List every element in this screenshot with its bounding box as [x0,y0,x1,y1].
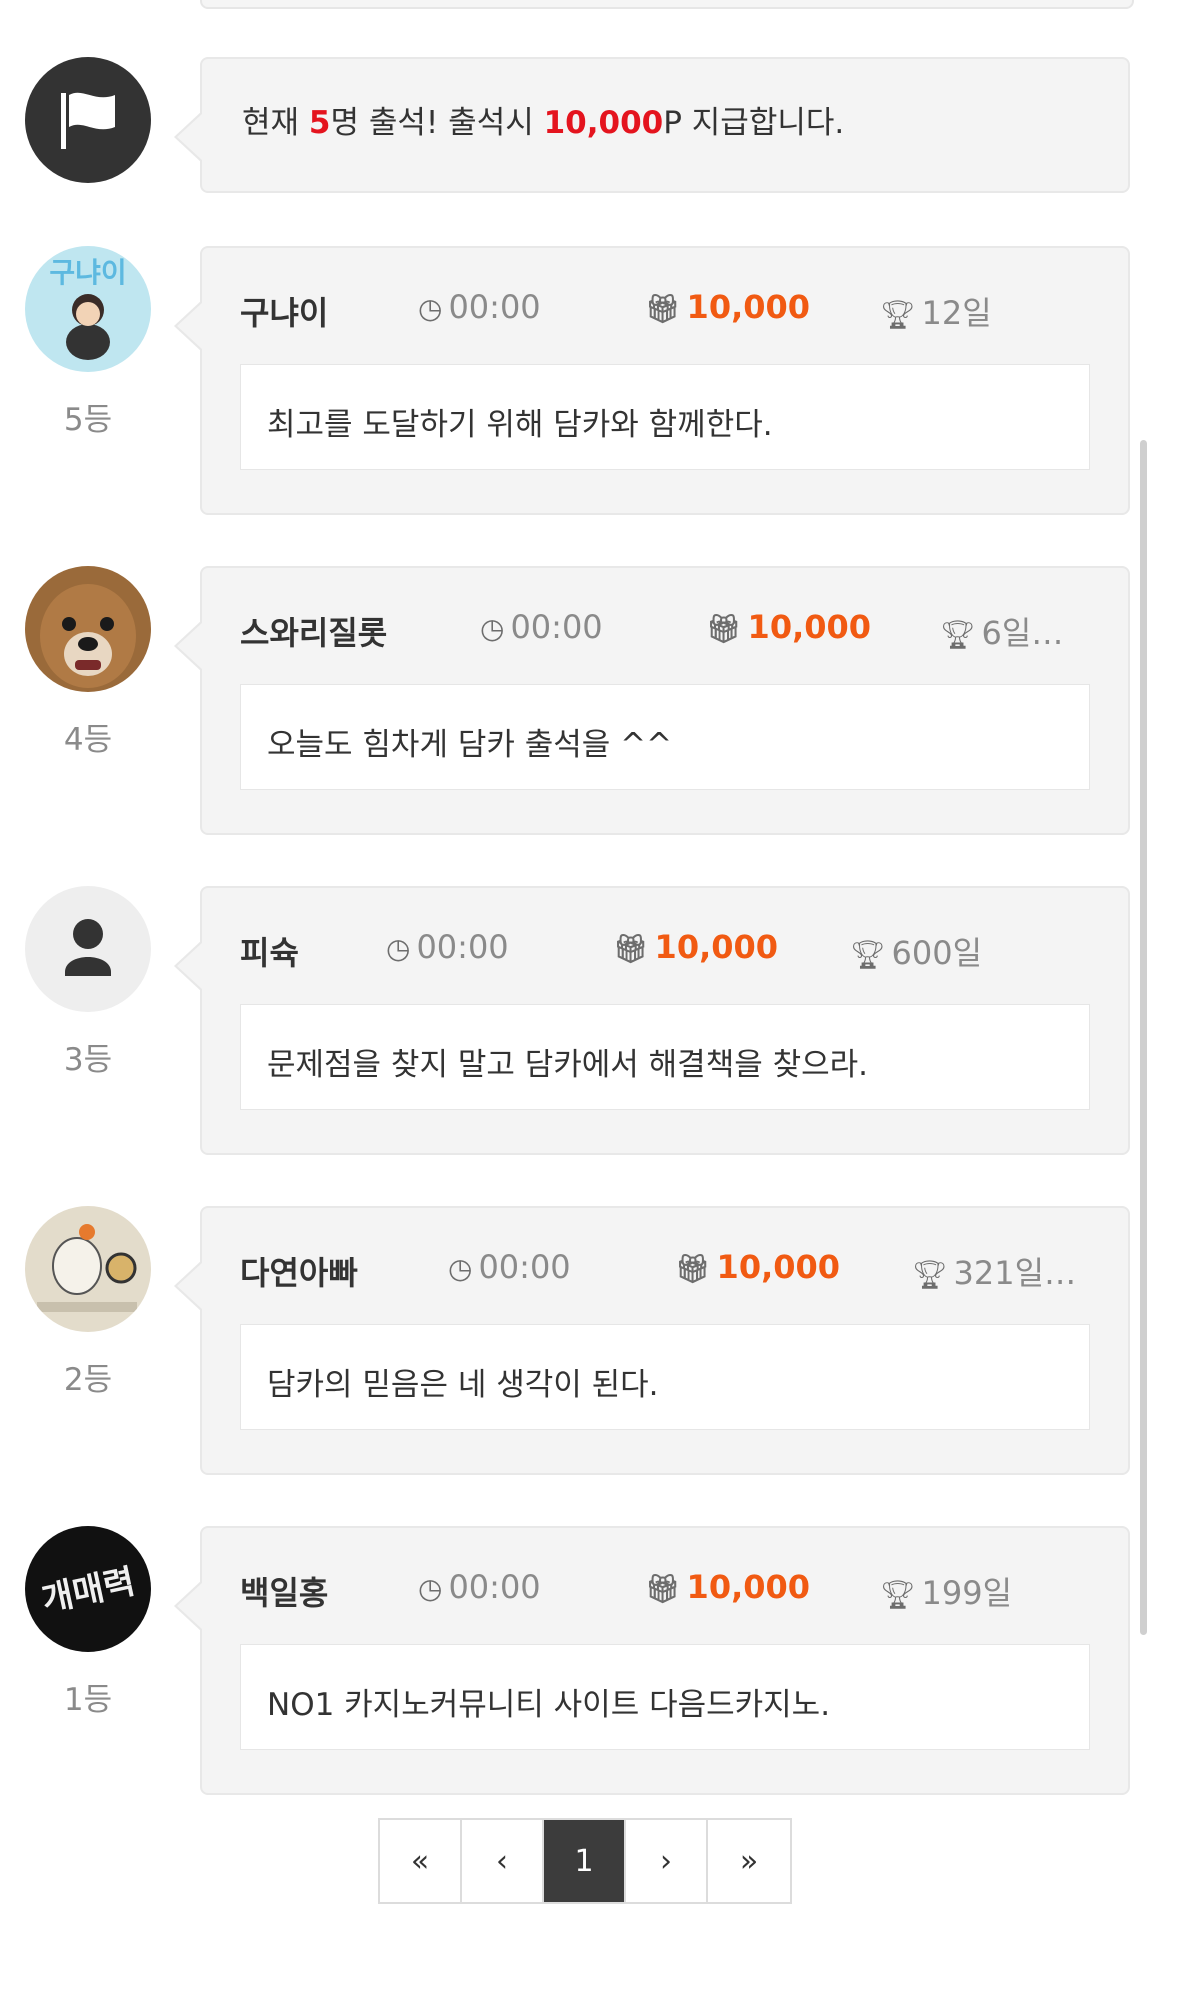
streak-days: 6일… [981,614,1064,652]
entry-card: 다연아빠 ◷ 00:00 🎁︎ 10,000 🏆︎ 321일… 담카의 믿음은 네 생… [174,1206,1130,1475]
greeting-message: 담카의 믿음은 네 생각이 된다. [240,1324,1090,1430]
trophy-icon: 🏆︎ [880,298,916,331]
trophy-icon: 🏆︎ [850,938,886,971]
pagination: « ‹ 1 › » [378,1818,792,1904]
previous-card-edge [200,0,1134,9]
avatar[interactable]: 구냐이 [25,246,151,372]
first-page-button[interactable]: « [380,1820,462,1902]
gift-icon: 🎁︎ [675,1252,711,1285]
rank-label: 1등 [63,1682,113,1718]
clock-icon: ◷ [418,1572,443,1605]
gift-icon: 🎁︎ [706,612,742,645]
user-name[interactable]: 피슉 [240,928,299,974]
points-value: 10,000 [654,928,779,966]
rank-label: 2등 [63,1362,113,1398]
streak-days: 600일 [891,934,983,972]
points-value: 10,000 [747,608,872,646]
entry-card: 구냐이 ◷ 00:00 🎁︎ 10,000 🏆︎ 12일 최고를 도달하기 위해 담카… [174,246,1130,515]
avatar-lettering: 개매력 [38,1562,138,1621]
gift-icon: 🎁︎ [613,932,649,965]
clock-icon: ◷ [448,1252,473,1285]
next-page-button[interactable]: › [626,1820,708,1902]
last-page-button[interactable]: » [708,1820,790,1902]
avatar[interactable] [25,886,151,1012]
avatar[interactable] [25,566,151,692]
default-user-icon [65,919,111,976]
attendee-count: 5 [308,105,331,141]
scrollbar[interactable] [1140,440,1147,1635]
rank-label: 5등 [63,402,113,438]
greeting-message: 최고를 도달하기 위해 담카와 함께한다. [240,364,1090,470]
user-name[interactable]: 스와리질롯 [240,608,387,654]
check-in-time: 00:00 [416,928,509,966]
current-page-button[interactable]: 1 [544,1820,626,1902]
notice-points: 10,000 [543,105,664,141]
entry-card: 피슉 ◷ 00:00 🎁︎ 10,000 🏆︎ 600일 문제점을 찾지 말고 담카에… [174,886,1130,1155]
trophy-icon: 🏆︎ [940,618,976,651]
gift-icon: 🎁︎ [645,1572,681,1605]
user-name[interactable]: 구냐이 [240,288,328,334]
check-in-time: 00:00 [510,608,603,646]
clock-icon: ◷ [386,932,411,965]
entry-card: 백일홍 ◷ 00:00 🎁︎ 10,000 🏆︎ 199일 NO1 카지노커뮤니티 사… [174,1526,1130,1795]
rank-label: 3등 [63,1042,113,1078]
trophy-icon: 🏆︎ [880,1578,916,1611]
points-value: 10,000 [686,1568,811,1606]
points-value: 10,000 [716,1248,841,1286]
greeting-message: 문제점을 찾지 말고 담카에서 해결책을 찾으라. [240,1004,1090,1110]
flag-icon [61,92,115,149]
user-name[interactable]: 백일홍 [240,1568,328,1614]
entry-card: 스와리질롯 ◷ 00:00 🎁︎ 10,000 🏆︎ 6일… 오늘도 힘차게 담카 출… [174,566,1130,835]
prev-page-button[interactable]: ‹ [462,1820,544,1902]
avatar-lettering: 구냐이 [49,256,126,289]
streak-days: 12일 [921,294,992,332]
notice-card: 현재 5명 출석! 출석시 10,000P 지급합니다. [174,57,1130,193]
greeting-message: 오늘도 힘차게 담카 출석을 ^^ [240,684,1090,790]
gift-icon: 🎁︎ [645,292,681,325]
points-value: 10,000 [686,288,811,326]
greeting-message: NO1 카지노커뮤니티 사이트 다음드카지노. [240,1644,1090,1750]
avatar[interactable] [25,1206,151,1332]
trophy-icon: 🏆︎ [912,1258,948,1291]
streak-days: 321일… [953,1254,1077,1292]
notice-text: 현재 5명 출석! 출석시 10,000P 지급합니다. [242,105,845,141]
avatar[interactable]: 개매력 [25,1526,151,1652]
streak-days: 199일 [921,1574,1013,1612]
check-in-time: 00:00 [478,1248,571,1286]
clock-icon: ◷ [418,292,443,325]
clock-icon: ◷ [480,612,505,645]
check-in-time: 00:00 [448,288,541,326]
rank-label: 4등 [63,722,113,758]
check-in-time: 00:00 [448,1568,541,1606]
flag-avatar [25,57,151,183]
user-name[interactable]: 다연아빠 [240,1248,358,1294]
